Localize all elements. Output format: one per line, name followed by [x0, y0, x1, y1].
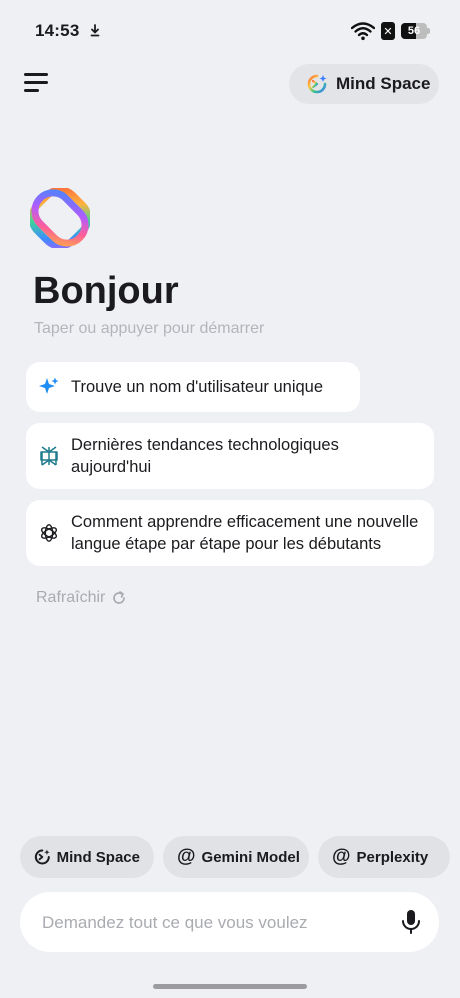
- at-icon: @: [332, 846, 351, 867]
- download-indicator-icon: [90, 24, 100, 37]
- assistant-logo-icon: [30, 188, 90, 248]
- sparkle-icon: [39, 377, 59, 397]
- suggestion-card[interactable]: Trouve un nom d'utilisateur unique: [26, 362, 360, 412]
- mind-space-icon: [307, 74, 327, 94]
- no-sim-icon: ✕: [381, 22, 395, 40]
- status-icons: ✕ 56: [351, 20, 430, 42]
- at-icon: @: [177, 846, 196, 867]
- battery-level: 56: [407, 25, 421, 37]
- home-indicator[interactable]: [153, 984, 307, 989]
- perplexity-icon: [39, 446, 59, 466]
- menu-button[interactable]: [24, 71, 50, 95]
- menu-line-icon: [24, 89, 39, 92]
- chip-gemini-model[interactable]: @ Gemini Model: [163, 836, 309, 878]
- refresh-button[interactable]: Rafraîchir: [36, 589, 127, 607]
- status-bar: 14:53 ✕ 56: [0, 0, 460, 62]
- chip-label: Gemini Model: [201, 848, 300, 866]
- model-chip-row: Mind Space @ Gemini Model @ Perplexity: [20, 836, 460, 878]
- microphone-icon[interactable]: [400, 909, 422, 935]
- mind-space-icon: [34, 849, 50, 865]
- chip-label: Mind Space: [56, 848, 140, 866]
- mind-space-button[interactable]: Mind Space: [289, 64, 439, 104]
- suggestion-card[interactable]: Dernières tendances technologiques aujou…: [26, 423, 434, 489]
- greeting-subtitle: Taper ou appuyer pour démarrer: [34, 320, 265, 337]
- suggestion-text: Comment apprendre efficacement une nouve…: [71, 513, 419, 553]
- prompt-bar: [20, 892, 439, 954]
- wifi-icon: [351, 22, 375, 41]
- chip-mind-space[interactable]: Mind Space: [20, 836, 154, 878]
- chip-label: Perplexity: [356, 848, 429, 866]
- suggestion-text: Dernières tendances technologiques aujou…: [71, 436, 339, 476]
- menu-line-icon: [24, 73, 48, 76]
- chip-perplexity[interactable]: @ Perplexity: [318, 836, 450, 878]
- suggestion-card[interactable]: Comment apprendre efficacement une nouve…: [26, 500, 434, 566]
- refresh-icon: [113, 591, 126, 604]
- battery-icon: 56: [401, 23, 430, 39]
- greeting-title: Bonjour: [33, 270, 179, 312]
- suggestion-text: Trouve un nom d'utilisateur unique: [71, 378, 324, 396]
- refresh-label: Rafraîchir: [36, 589, 106, 606]
- status-time: 14:53: [35, 21, 80, 40]
- prompt-input[interactable]: [40, 892, 384, 954]
- menu-line-icon: [24, 81, 48, 84]
- mind-space-label: Mind Space: [336, 74, 431, 93]
- openai-icon: [39, 523, 59, 543]
